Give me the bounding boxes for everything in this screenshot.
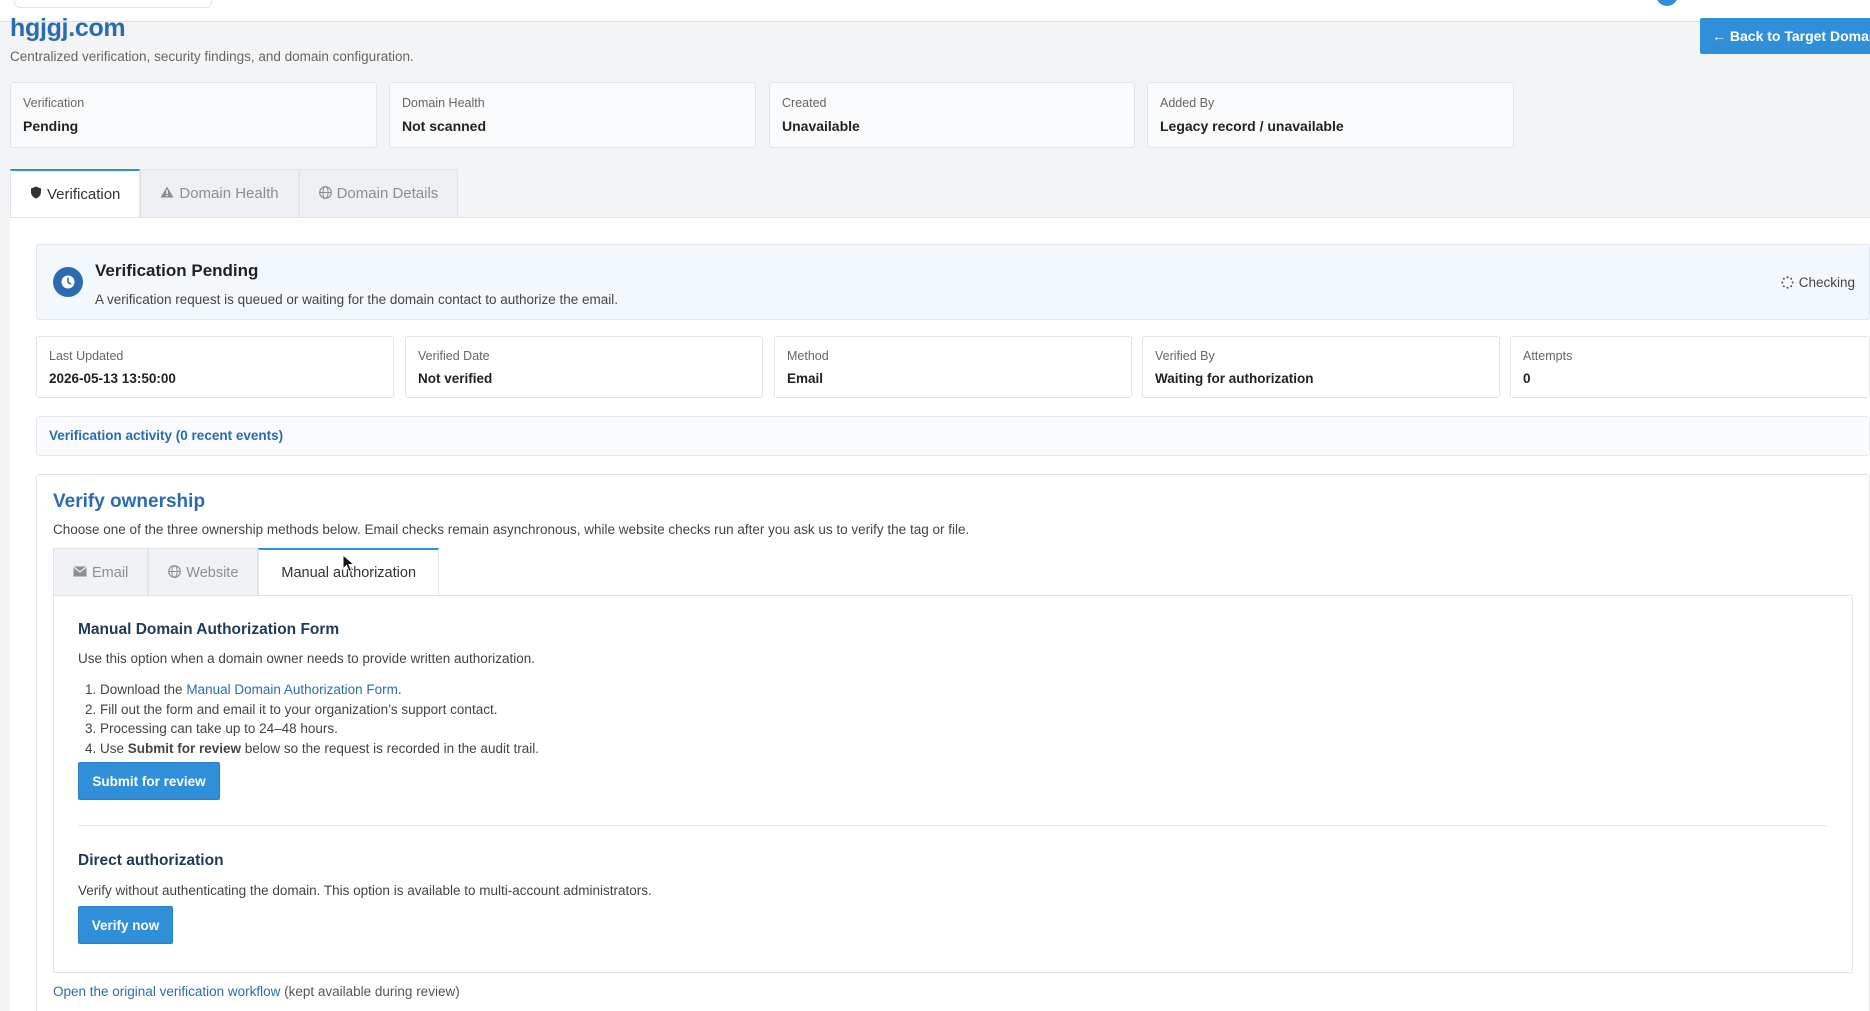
envelope-icon bbox=[73, 565, 87, 580]
top-navbar bbox=[0, 0, 1870, 22]
summary-card-added-by: Added By Legacy record / unavailable bbox=[1147, 82, 1514, 148]
spinner-icon bbox=[1781, 276, 1794, 289]
page-subtitle: Centralized verification, security findi… bbox=[10, 49, 414, 64]
globe-icon bbox=[318, 185, 332, 202]
submit-for-review-button[interactable]: Submit for review bbox=[78, 762, 220, 800]
summary-card-domain-health: Domain Health Not scanned bbox=[389, 82, 756, 148]
list-item: Use Submit for review below so the reque… bbox=[100, 739, 539, 759]
detail-value: 0 bbox=[1523, 371, 1531, 386]
detail-card-verified-date: Verified Date Not verified bbox=[405, 336, 763, 398]
tab-website[interactable]: Website bbox=[148, 548, 259, 596]
detail-value: Email bbox=[787, 371, 824, 386]
detail-value: Waiting for authorization bbox=[1155, 371, 1314, 386]
step-text: Download the bbox=[100, 682, 187, 697]
original-workflow-note: Open the original verification workflow … bbox=[53, 984, 460, 999]
detail-label: Verified Date bbox=[418, 349, 490, 363]
detail-label: Verified By bbox=[1155, 349, 1215, 363]
summary-label: Added By bbox=[1160, 96, 1215, 110]
globe-icon bbox=[168, 564, 182, 581]
footer-suffix: (kept available during review) bbox=[280, 984, 460, 999]
divider bbox=[78, 825, 1828, 826]
verification-status-banner: Verification Pending A verification requ… bbox=[36, 244, 1870, 320]
clock-icon bbox=[53, 267, 83, 297]
list-item: Processing can take up to 24–48 hours. bbox=[100, 719, 539, 739]
user-avatar[interactable] bbox=[1656, 0, 1678, 6]
tab-email[interactable]: Email bbox=[53, 548, 149, 596]
tab-label: Website bbox=[186, 564, 239, 581]
checking-label: Checking bbox=[1798, 275, 1855, 290]
detail-value: Not verified bbox=[418, 371, 493, 386]
checking-indicator: Checking bbox=[1781, 275, 1855, 290]
manual-form-heading: Manual Domain Authorization Form bbox=[78, 621, 340, 638]
detail-card-attempts: Attempts 0 bbox=[1510, 336, 1870, 398]
step-text: below so the request is recorded in the … bbox=[241, 740, 539, 756]
summary-value: Legacy record / unavailable bbox=[1160, 118, 1344, 134]
verification-panel: Verification Pending A verification requ… bbox=[10, 217, 1870, 1011]
detail-value: 2026-05-13 13:50:00 bbox=[49, 371, 176, 386]
tab-domain-health[interactable]: Domain Health bbox=[140, 169, 299, 217]
tab-label: Email bbox=[92, 564, 129, 581]
back-to-target-domain-button[interactable]: ← Back to Target Domain bbox=[1700, 18, 1870, 54]
step-text: . bbox=[397, 682, 402, 697]
step-text: Use bbox=[100, 740, 128, 756]
tab-label: Domain Health bbox=[179, 185, 279, 202]
verify-ownership-section: Verify ownership Choose one of the three… bbox=[36, 474, 1870, 1011]
verification-activity-toggle[interactable]: Verification activity (0 recent events) bbox=[36, 416, 1870, 456]
list-item: Download the Manual Domain Authorization… bbox=[100, 680, 539, 700]
method-tabs: Email Website Manual authorization bbox=[53, 548, 440, 596]
summary-value: Not scanned bbox=[402, 118, 487, 134]
original-workflow-link[interactable]: Open the original verification workflow bbox=[53, 984, 280, 999]
manual-steps-list: Download the Manual Domain Authorization… bbox=[78, 680, 539, 758]
summary-card-created: Created Unavailable bbox=[769, 82, 1135, 148]
shield-icon bbox=[30, 186, 42, 202]
detail-label: Last Updated bbox=[49, 349, 124, 363]
page-title: hgjgj.com bbox=[10, 14, 126, 42]
summary-label: Verification bbox=[23, 96, 85, 110]
manual-form-intro: Use this option when a domain owner need… bbox=[78, 651, 536, 666]
detail-card-last-updated: Last Updated 2026-05-13 13:50:00 bbox=[36, 336, 394, 398]
verify-ownership-subtitle: Choose one of the three ownership method… bbox=[53, 522, 970, 537]
direct-authorization-description: Verify without authenticating the domain… bbox=[78, 883, 652, 898]
step-emphasis: Submit for review bbox=[127, 740, 242, 756]
status-description: A verification request is queued or wait… bbox=[95, 292, 619, 307]
warning-icon bbox=[160, 186, 174, 201]
summary-value: Unavailable bbox=[782, 118, 860, 134]
summary-label: Created bbox=[782, 96, 827, 110]
tab-domain-details[interactable]: Domain Details bbox=[298, 169, 459, 217]
main-tabs: Verification Domain Health Domain Detail… bbox=[10, 169, 459, 217]
mouse-cursor-icon bbox=[342, 553, 358, 579]
list-item: Fill out the form and email it to your o… bbox=[100, 700, 539, 720]
manual-authorization-panel: Manual Domain Authorization Form Use thi… bbox=[53, 595, 1853, 973]
detail-card-verified-by: Verified By Waiting for authorization bbox=[1142, 336, 1500, 398]
summary-label: Domain Health bbox=[402, 96, 485, 110]
verify-ownership-title: Verify ownership bbox=[53, 491, 206, 512]
direct-authorization-heading: Direct authorization bbox=[78, 852, 224, 869]
verify-now-button[interactable]: Verify now bbox=[78, 906, 173, 944]
detail-label: Attempts bbox=[1523, 349, 1573, 363]
detail-card-method: Method Email bbox=[774, 336, 1132, 398]
summary-value: Pending bbox=[23, 118, 79, 134]
summary-card-verification: Verification Pending bbox=[10, 82, 377, 148]
status-title: Verification Pending bbox=[95, 261, 259, 280]
detail-label: Method bbox=[787, 349, 829, 363]
tab-verification[interactable]: Verification bbox=[10, 169, 141, 217]
search-box-edge[interactable] bbox=[14, 0, 212, 8]
authorization-form-link[interactable]: Manual Domain Authorization Form bbox=[186, 682, 398, 697]
tab-label: Domain Details bbox=[336, 185, 439, 202]
tab-label: Verification bbox=[47, 185, 121, 203]
